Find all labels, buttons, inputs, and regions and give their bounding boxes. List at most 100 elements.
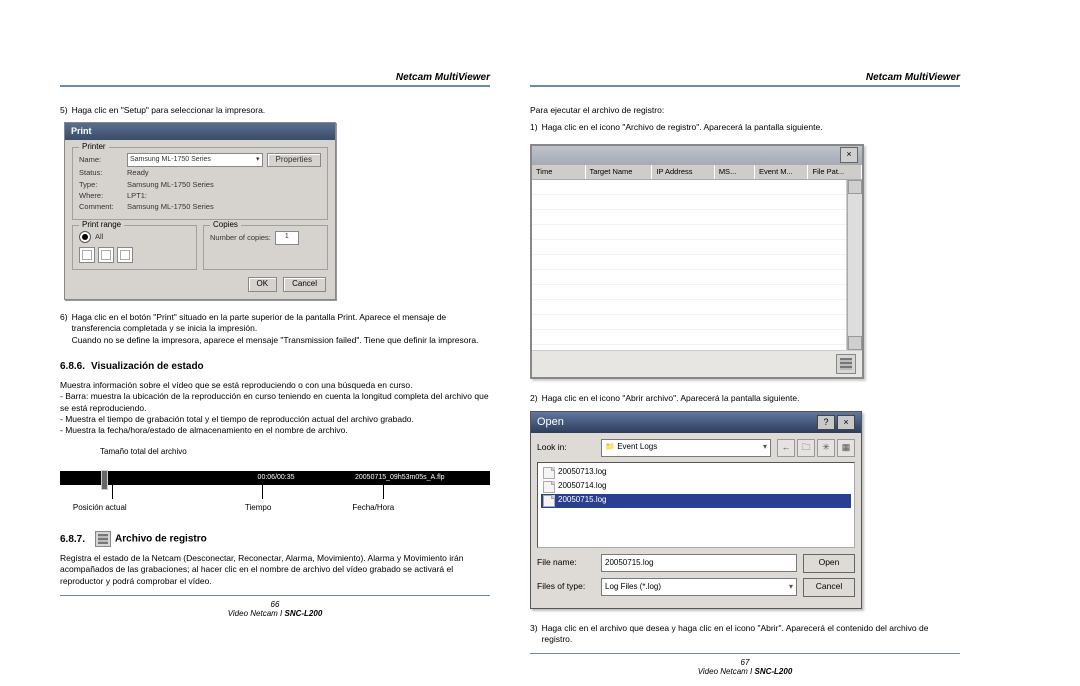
views-icon[interactable]: ▦ (837, 439, 855, 457)
open-dialog: Open ?× Look in: 📁 Event Logs ← 🗀 ✳ ▦ (530, 411, 862, 609)
sec686-b2: - Muestra el tiempo de grabación total y… (60, 414, 490, 425)
page-header-right: Netcam MultiViewer (530, 72, 960, 87)
log-icon (95, 531, 111, 547)
lbl-status: Status: (79, 168, 123, 178)
file-item: 20050713.log (541, 466, 851, 480)
group-copies: Copies (210, 220, 241, 231)
lookin-select[interactable]: 📁 Event Logs (601, 439, 771, 457)
log-window: × Time Target Name IP Address MS... Even… (530, 144, 864, 379)
cancel-button[interactable]: Cancel (803, 578, 855, 597)
sec686-intro: Muestra información sobre el vídeo que s… (60, 380, 490, 391)
open-log-icon[interactable] (836, 354, 856, 374)
file-icon (543, 495, 555, 507)
sec686-num: 6.8.6. (60, 361, 85, 372)
lbl-comment: Comment: (79, 202, 123, 212)
lbl-type: Type: (79, 180, 123, 190)
sec686-b1: - Barra: muestra la ubicación de la repr… (60, 391, 490, 414)
lbl-time: Tiempo (245, 503, 271, 514)
open-title: Open (537, 415, 564, 430)
lbl-name: Name: (79, 155, 123, 165)
filename-input[interactable]: 20050715.log (601, 554, 797, 572)
group-range: Print range (79, 220, 124, 231)
file1[interactable]: 20050713.log (558, 467, 607, 478)
page-number-right: 67 (530, 658, 960, 667)
col-ms: MS... (715, 165, 755, 179)
close-icon[interactable]: × (837, 415, 855, 430)
progress-track (60, 471, 243, 485)
file-icon (543, 467, 555, 479)
lbl-where: Where: (79, 191, 123, 201)
printer-name: Samsung ML-1750 Series (130, 155, 211, 164)
sec686-title: Visualización de estado (91, 361, 204, 372)
cancel-button[interactable]: Cancel (283, 277, 326, 292)
help-icon[interactable]: ? (817, 415, 835, 430)
filename-val: 20050715.log (605, 558, 654, 569)
filename-label: File name: (537, 557, 595, 568)
scrollbar[interactable] (847, 180, 862, 350)
radio-all[interactable] (79, 231, 91, 243)
right-step2-num: 2) (530, 393, 538, 404)
step6b: Cuando no se define la impresora, aparec… (72, 335, 490, 346)
open-button[interactable]: Open (803, 554, 855, 573)
step6a: Haga clic en el botón "Print" situado en… (72, 312, 490, 335)
time-box: 00:06/00:35 (243, 471, 310, 485)
print-dialog-title: Print (65, 123, 335, 139)
col-time: Time (532, 165, 586, 179)
opt-all: All (95, 232, 103, 242)
lbl-copies: Number of copies: (210, 233, 271, 243)
sec687-num: 6.8.7. (60, 534, 85, 545)
page-header-left: Netcam MultiViewer (60, 72, 490, 87)
val-type: Samsung ML-1750 Series (127, 180, 214, 190)
copies-stepper[interactable]: 1 (275, 231, 299, 245)
up-icon[interactable]: 🗀 (797, 439, 815, 457)
right-step1: Haga clic en el icono "Archivo de regist… (542, 122, 960, 133)
newfolder-icon[interactable]: ✳ (817, 439, 835, 457)
print-dialog: Print Printer Name: Samsung ML-1750 Seri… (64, 122, 336, 299)
product-left: Video Netcam I (228, 609, 283, 618)
col-ip: IP Address (652, 165, 714, 179)
lookin-label: Look in: (537, 442, 595, 453)
sec686-b3: - Muestra la fecha/hora/estado de almace… (60, 425, 490, 436)
file2[interactable]: 20050714.log (558, 481, 607, 492)
printer-select[interactable]: Samsung ML-1750 Series (127, 153, 263, 167)
log-grid (532, 180, 847, 350)
right-intro: Para ejecutar el archivo de registro: (530, 105, 960, 116)
lookin-val: Event Logs (617, 442, 657, 451)
step6-num: 6) (60, 312, 68, 346)
sec687-body: Registra el estado de la Netcam (Descone… (60, 553, 490, 587)
right-step3: Haga clic en el archivo que desea y haga… (542, 623, 960, 646)
file-item: 20050714.log (541, 480, 851, 494)
ok-button[interactable]: OK (248, 277, 278, 292)
product-right: Video Netcam I (698, 667, 753, 676)
right-step2: Haga clic en el icono "Abrir archivo". A… (542, 393, 960, 404)
status-figure: Tamaño total del archivo 00:06/00:35 200… (60, 447, 490, 517)
page-left: Netcam MultiViewer 5) Haga clic en "Setu… (60, 72, 490, 676)
lbl-pos: Posición actual (73, 503, 127, 514)
file-box: 20050715_09h53m05s_A.flp (310, 471, 490, 485)
filetype-select[interactable]: Log Files (*.log) (601, 578, 797, 596)
filetype-val: Log Files (*.log) (605, 582, 661, 593)
col-file: File Pat... (808, 165, 862, 179)
filetype-label: Files of type: (537, 581, 595, 592)
back-icon[interactable]: ← (777, 439, 795, 457)
collate-icons (79, 247, 190, 263)
step5-text: Haga clic en "Setup" para seleccionar la… (72, 105, 490, 116)
right-step3-num: 3) (530, 623, 538, 646)
file3[interactable]: 20050715.log (558, 495, 607, 506)
doc-spread: Netcam MultiViewer 5) Haga clic en "Setu… (0, 0, 1080, 686)
group-printer: Printer (79, 142, 109, 153)
step5-num: 5) (60, 105, 68, 116)
sec687-title: Archivo de registro (115, 534, 207, 545)
file-list[interactable]: 20050713.log 20050714.log 20050715.log (537, 462, 855, 548)
val-where: LPT1: (127, 191, 147, 201)
close-icon[interactable]: × (840, 147, 858, 163)
right-step1-num: 1) (530, 122, 538, 133)
file-icon (543, 481, 555, 493)
properties-button[interactable]: Properties (267, 153, 321, 168)
page-right: Netcam MultiViewer Para ejecutar el arch… (530, 72, 960, 676)
model-left: SNC-L200 (284, 609, 322, 618)
file-item-selected: 20050715.log (541, 494, 851, 508)
col-event: Event M... (755, 165, 809, 179)
page-number-left: 66 (60, 600, 490, 609)
model-right: SNC-L200 (754, 667, 792, 676)
